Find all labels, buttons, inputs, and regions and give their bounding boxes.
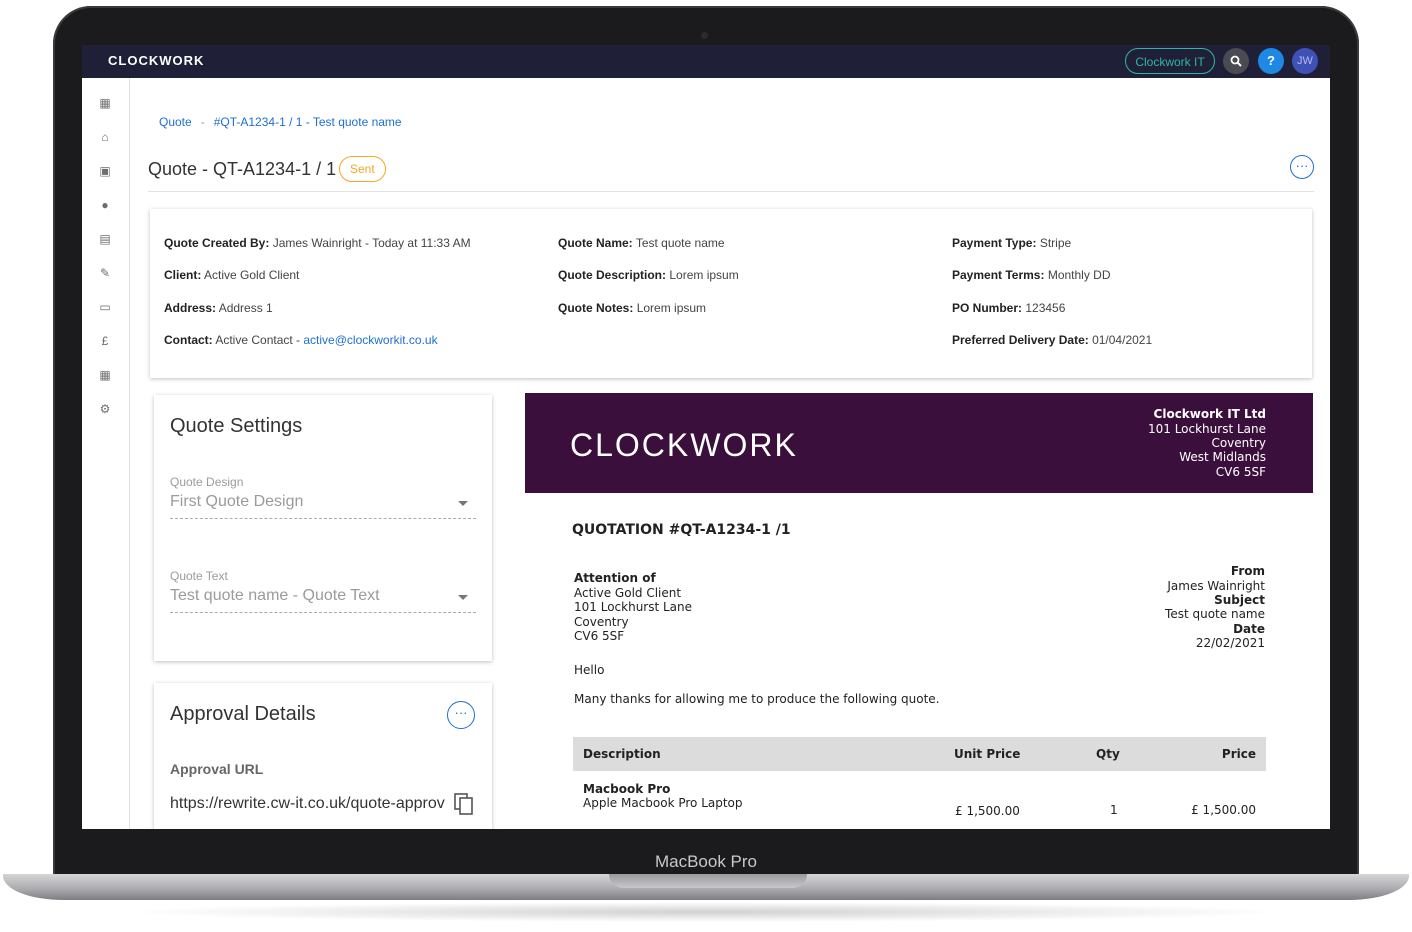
payment-type: Payment Type: Stripe [952,236,1072,250]
created-by: Quote Created By: James Wainright - Toda… [164,236,471,250]
approval-url-field[interactable]: https://rewrite.cw-it.co.uk/quote-approv [170,795,448,817]
item-unit-price: £ 1,500.00 [955,804,1020,818]
more-options-button[interactable]: ··· [1290,155,1314,179]
breadcrumb-separator: - [200,115,205,129]
date-value: 22/02/2021 [1195,636,1265,650]
settings-title: Quote Settings [170,415,303,437]
approval-details-card: Approval Details ··· Approval URL https:… [154,683,492,829]
quotation-heading: QUOTATION #QT-A1234-1 /1 [572,522,791,538]
po-number: PO Number: 123456 [952,301,1066,315]
gear-icon[interactable]: ⚙ [98,402,112,416]
client: Client: Active Gold Client [164,268,300,282]
item-qty: 1 [1110,803,1118,817]
brand-logo[interactable]: CLOCKWORK [108,53,204,68]
date-label: Date [1233,622,1265,636]
company-address-line: Coventry [1211,436,1266,450]
device-model-label: MacBook Pro [654,852,758,871]
breadcrumb-current[interactable]: #QT-A1234-1 / 1 - Test quote name [214,115,402,129]
field-underline [170,612,476,613]
breadcrumb-quote-link[interactable]: Quote [159,115,192,129]
contacts-icon[interactable]: ▤ [98,232,112,246]
edit-document-icon[interactable]: ✎ [98,266,112,280]
attention-line: CV6 5SF [574,629,625,643]
sidebar: ▦ ⌂ ▣ ● ▤ ✎ ▭ £ ▦ ⚙ [82,78,130,829]
camera [701,32,708,39]
attention-label: Attention of [574,571,656,585]
company-address-line: 101 Lockhurst Lane [1147,422,1266,436]
divider [148,191,1314,192]
quote-notes: Quote Notes: Lorem ipsum [558,301,707,315]
company-switcher[interactable]: Clockwork IT [1125,48,1215,74]
subject-label: Subject [1214,593,1265,607]
attention-line: Active Gold Client [574,586,682,600]
col-unit-price: Unit Price [954,747,1021,761]
help-icon: ? [1267,53,1275,68]
quote-name: Quote Name: Test quote name [558,236,725,250]
quote-info-card: Quote Created By: James Wainright - Toda… [150,209,1312,378]
quote-description: Quote Description: Lorem ipsum [558,268,739,282]
intro-text: Many thanks for allowing me to produce t… [574,692,940,706]
ticket-icon[interactable]: ▣ [98,164,112,178]
quote-design-select[interactable]: First Quote Design [170,491,476,519]
copy-button[interactable] [454,793,474,815]
help-button[interactable]: ? [1258,48,1284,74]
chevron-down-icon [458,501,468,506]
chevron-down-icon [458,595,468,600]
quote-text-value: Test quote name - Quote Text [170,587,380,604]
laptop-notch [609,874,807,888]
dashboard-icon[interactable]: ▦ [98,96,112,110]
search-icon [1230,55,1242,67]
attention-line: Coventry [574,615,629,629]
contact: Contact: Active Contact - active@clockwo… [164,333,438,347]
field-underline [170,518,476,519]
col-price: Price [1221,747,1256,761]
col-qty: Qty [1096,747,1120,761]
quote-settings-card: Quote Settings Quote Design First Quote … [154,395,492,661]
quote-document-header: CLOCKWORK Clockwork IT Ltd 101 Lockhurst… [525,393,1313,493]
status-badge: Sent [339,156,386,182]
user-avatar[interactable]: JW [1292,48,1318,74]
page-title: Quote - QT-A1234-1 / 1 [148,159,337,179]
calendar-icon[interactable]: ▦ [98,368,112,382]
address: Address: Address 1 [164,301,273,315]
company-address-line: West Midlands [1179,450,1266,464]
laptop-shadow [120,902,1292,922]
contact-email-link[interactable]: active@clockworkit.co.uk [303,333,437,347]
home-icon[interactable]: ⌂ [98,130,112,144]
item-name: Macbook Pro [583,782,671,796]
search-button[interactable] [1223,48,1249,74]
subject-value: Test quote name [1165,607,1265,621]
approval-title: Approval Details [170,703,316,725]
company-address-line: CV6 5SF [1215,465,1266,479]
greeting: Hello [574,663,605,677]
app-screen: CLOCKWORK Clockwork IT ? JW ▦ ⌂ ▣ ● ▤ ✎ … [82,45,1330,829]
item-description: Apple Macbook Pro Laptop [583,796,743,810]
table-row: Macbook Pro Apple Macbook Pro Laptop £ 1… [573,771,1266,829]
quote-design-label: Quote Design [170,475,244,489]
attention-line: 101 Lockhurst Lane [574,600,693,614]
from-label: From [1230,564,1265,578]
monitor-icon[interactable]: ▭ [98,300,112,314]
quote-table-header: Description Unit Price Qty Price [573,737,1266,771]
breadcrumb: Quote - #QT-A1234-1 / 1 - Test quote name [159,115,402,129]
copy-icon [454,793,473,815]
person-icon[interactable]: ● [98,198,112,212]
company-name: Clockwork IT Ltd [1153,407,1266,421]
document-logo: CLOCKWORK [570,427,798,463]
from-value: James Wainright [1167,579,1265,593]
payment-terms: Payment Terms: Monthly DD [952,268,1111,282]
item-price: £ 1,500.00 [1191,803,1256,817]
approval-url-label: Approval URL [170,761,264,777]
preferred-delivery-date: Preferred Delivery Date: 01/04/2021 [952,333,1153,347]
approval-more-button[interactable]: ··· [447,701,475,729]
top-bar: CLOCKWORK Clockwork IT ? JW [82,45,1330,78]
quote-text-select[interactable]: Test quote name - Quote Text [170,585,476,613]
quote-design-value: First Quote Design [170,493,304,510]
quote-text-label: Quote Text [170,569,228,583]
pound-icon[interactable]: £ [98,334,112,348]
col-description: Description [583,747,661,761]
